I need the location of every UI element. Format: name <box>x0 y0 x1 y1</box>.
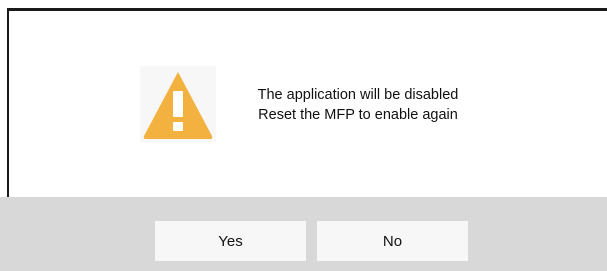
dialog-message: The application will be disabled Reset t… <box>222 85 494 125</box>
no-button[interactable]: No <box>317 221 468 261</box>
message-line-2: Reset the MFP to enable again <box>258 107 458 123</box>
message-line-1: The application will be disabled <box>257 87 459 103</box>
warning-icon <box>140 66 216 142</box>
yes-button[interactable]: Yes <box>155 221 306 261</box>
confirmation-dialog: The application will be disabled Reset t… <box>0 0 607 271</box>
